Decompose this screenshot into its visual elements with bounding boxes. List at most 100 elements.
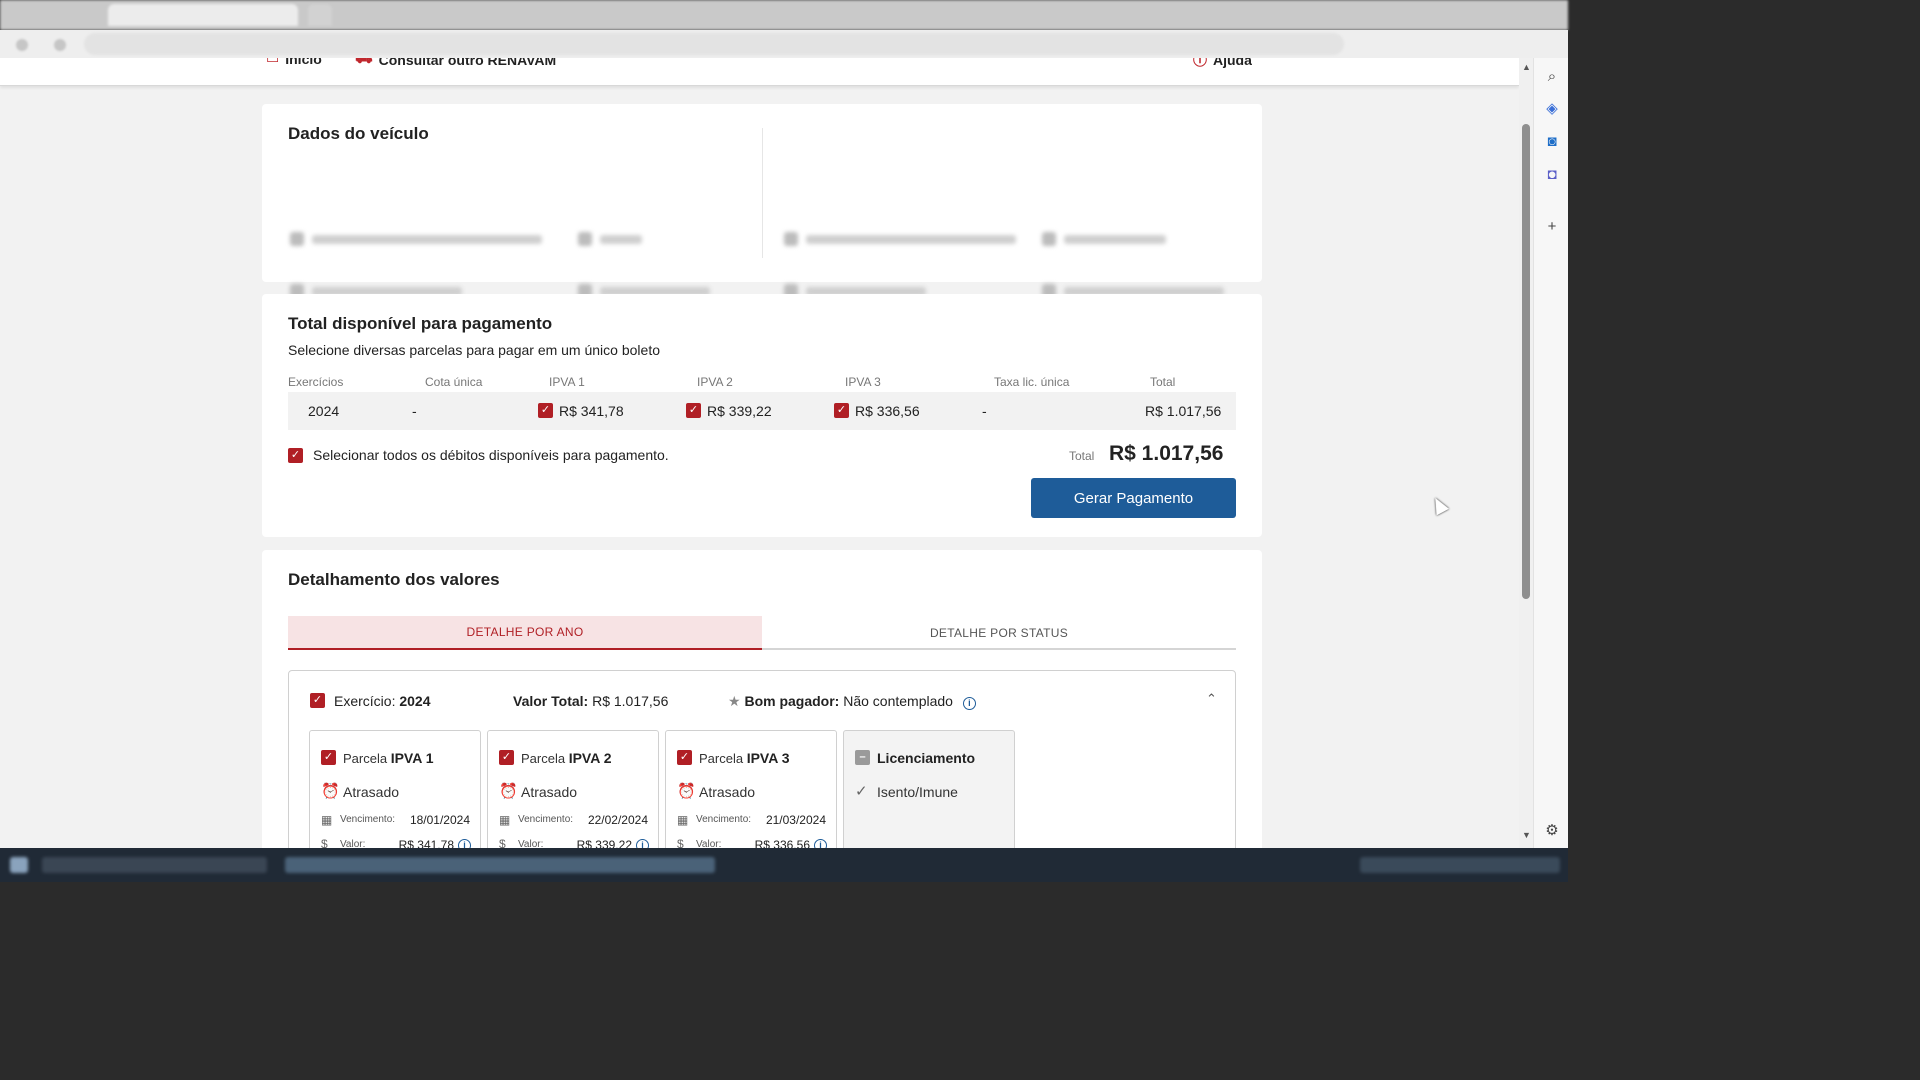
inicio-link[interactable]: ▭ Início bbox=[266, 58, 322, 67]
exercicio-info: Exercício: 2024 bbox=[334, 693, 431, 709]
row-total: R$ 1.017,56 bbox=[1145, 403, 1222, 419]
collapse-chevron-icon[interactable]: ⌃ bbox=[1206, 691, 1217, 707]
parcel-status: Atrasado bbox=[699, 784, 756, 800]
clock-icon: ⏰ bbox=[499, 783, 518, 800]
ajuda-link[interactable]: ⓘ Ajuda bbox=[1193, 58, 1252, 70]
parcel-checkbox[interactable]: ✓ bbox=[499, 750, 514, 765]
parcel-checkbox[interactable]: ✓ bbox=[321, 750, 336, 765]
col-ipva3: IPVA 3 bbox=[845, 375, 881, 389]
copilot-icon[interactable]: ◈ bbox=[1542, 99, 1562, 119]
teams-icon[interactable]: ◘ bbox=[1542, 165, 1562, 185]
payment-subtitle: Selecione diversas parcelas para pagar e… bbox=[288, 342, 660, 358]
parcel-name: IPVA 2 bbox=[568, 750, 612, 766]
start-icon[interactable] bbox=[10, 857, 28, 873]
add-icon[interactable]: + bbox=[1542, 217, 1562, 237]
details-card-title: Detalhamento dos valores bbox=[288, 570, 500, 589]
browser-tab[interactable] bbox=[308, 4, 332, 26]
row-ipva1: R$ 341,78 bbox=[559, 403, 624, 419]
details-card: Detalhamento dos valores DETALHE POR ANO… bbox=[262, 550, 1262, 848]
parcel-venc-date: 18/01/2024 bbox=[409, 813, 470, 827]
exercicio-label: Exercício: bbox=[334, 693, 396, 709]
parcel-card-licenciamento: – Licenciamento ✓ Isento/Imune bbox=[843, 730, 1015, 848]
parcel-venc-label: Vencimento: bbox=[696, 814, 752, 825]
page-scrollbar[interactable]: ▲ ▼ bbox=[1519, 58, 1533, 848]
browser-sidebar: ⌕ ◈ ◙ ◘ + ⚙ bbox=[1533, 58, 1568, 848]
browser-tab[interactable] bbox=[108, 4, 298, 26]
parcel-name: IPVA 1 bbox=[390, 750, 434, 766]
money-icon: $ bbox=[677, 837, 684, 848]
info-icon[interactable]: i bbox=[636, 839, 649, 848]
row-ipva2: R$ 339,22 bbox=[707, 403, 772, 419]
licenciamento-checkbox-disabled: – bbox=[855, 750, 870, 765]
ipva3-checkbox[interactable]: ✓ bbox=[834, 403, 849, 418]
col-total: Total bbox=[1150, 375, 1176, 389]
search-icon[interactable]: ⌕ bbox=[1542, 67, 1562, 87]
reload-icon[interactable] bbox=[54, 39, 66, 51]
os-taskbar bbox=[0, 848, 1568, 882]
parcel-checkbox[interactable]: ✓ bbox=[677, 750, 692, 765]
parcel-venc-date: 21/03/2024 bbox=[765, 813, 826, 827]
parcel-status: Atrasado bbox=[343, 784, 400, 800]
parcel-title: Parcela IPVA 3 bbox=[699, 750, 790, 766]
parcel-valor-label: Valor: bbox=[518, 839, 544, 848]
bom-pagador-info: ★ Bom pagador: Não contemplado i bbox=[728, 693, 976, 710]
row-year: 2024 bbox=[308, 403, 340, 419]
valor-total-info: Valor Total: R$ 1.017,56 bbox=[513, 693, 668, 709]
tab-detalhe-por-ano[interactable]: DETALHE POR ANO bbox=[288, 616, 762, 650]
parcel-valor: R$ 336,56 bbox=[754, 838, 810, 848]
system-tray[interactable] bbox=[1360, 857, 1560, 873]
select-all-label[interactable]: Selecionar todos os débitos disponíveis … bbox=[313, 447, 669, 463]
parcel-title: Parcela IPVA 1 bbox=[343, 750, 434, 766]
parcel-title: Parcela IPVA 2 bbox=[521, 750, 612, 766]
consultar-renavam-link[interactable]: ⛟ Consultar outro RENAVAM bbox=[355, 58, 556, 69]
info-icon[interactable]: i bbox=[962, 697, 976, 710]
taskbar-search-input[interactable] bbox=[42, 857, 267, 873]
home-icon: ▭ bbox=[266, 58, 280, 66]
back-icon[interactable] bbox=[16, 39, 28, 51]
ipva1-checkbox[interactable]: ✓ bbox=[538, 403, 553, 418]
browser-tab-bar bbox=[0, 0, 1568, 30]
consultar-renavam-label: Consultar outro RENAVAM bbox=[378, 58, 557, 68]
parcel-venc-label: Vencimento: bbox=[518, 814, 574, 825]
payment-card: Total disponível para pagamento Selecion… bbox=[262, 294, 1262, 537]
tab-detalhe-por-status[interactable]: DETALHE POR STATUS bbox=[762, 616, 1236, 650]
payment-card-title: Total disponível para pagamento bbox=[288, 314, 553, 333]
bom-pagador-label: Bom pagador: bbox=[744, 693, 840, 709]
col-exercicios: Exercícios bbox=[288, 375, 344, 389]
vehicle-data-card: Dados do veículo bbox=[262, 104, 1262, 298]
calendar-icon: ▦ bbox=[321, 813, 333, 827]
row-ipva3: R$ 336,56 bbox=[855, 403, 920, 419]
parcel-status: Atrasado bbox=[521, 784, 578, 800]
inicio-label: Início bbox=[285, 58, 322, 67]
vehicle-divider bbox=[762, 128, 763, 258]
vehicle-field-redacted bbox=[784, 232, 1016, 246]
vehicle-field-redacted bbox=[1042, 232, 1166, 246]
scroll-thumb[interactable] bbox=[1522, 124, 1530, 599]
vehicle-field-redacted bbox=[290, 232, 542, 246]
gear-icon[interactable]: ⚙ bbox=[1542, 821, 1562, 841]
outlook-icon[interactable]: ◙ bbox=[1542, 132, 1562, 152]
year-checkbox[interactable]: ✓ bbox=[310, 693, 325, 708]
parcel-valor-label: Valor: bbox=[696, 839, 722, 848]
valor-total-label: Valor Total: bbox=[513, 693, 589, 709]
select-all-checkbox[interactable]: ✓ bbox=[288, 448, 303, 463]
info-icon[interactable]: i bbox=[814, 839, 827, 848]
info-icon[interactable]: i bbox=[458, 839, 471, 848]
car-icon: ⛟ bbox=[355, 58, 373, 66]
taskbar-apps[interactable] bbox=[285, 857, 715, 873]
vehicle-card-title: Dados do veículo bbox=[288, 124, 429, 143]
parcel-venc-date: 22/02/2024 bbox=[587, 813, 648, 827]
money-icon: $ bbox=[499, 837, 506, 848]
url-input[interactable] bbox=[84, 33, 1344, 55]
total-caption: Total bbox=[1069, 449, 1095, 463]
calendar-icon: ▦ bbox=[677, 813, 689, 827]
ipva2-checkbox[interactable]: ✓ bbox=[686, 403, 701, 418]
details-tabs: DETALHE POR ANO DETALHE POR STATUS bbox=[288, 616, 1236, 650]
scroll-down-icon[interactable]: ▼ bbox=[1522, 830, 1531, 840]
parcel-card-ipva3: ✓ Parcela IPVA 3 ⏰ Atrasado ▦ Vencimento… bbox=[665, 730, 837, 848]
gerar-pagamento-button[interactable]: Gerar Pagamento bbox=[1031, 478, 1236, 518]
scroll-up-icon[interactable]: ▲ bbox=[1522, 62, 1531, 72]
parcel-valor: R$ 341,78 bbox=[398, 838, 454, 848]
parcel-valor-label: Valor: bbox=[340, 839, 366, 848]
ajuda-label: Ajuda bbox=[1213, 58, 1252, 68]
